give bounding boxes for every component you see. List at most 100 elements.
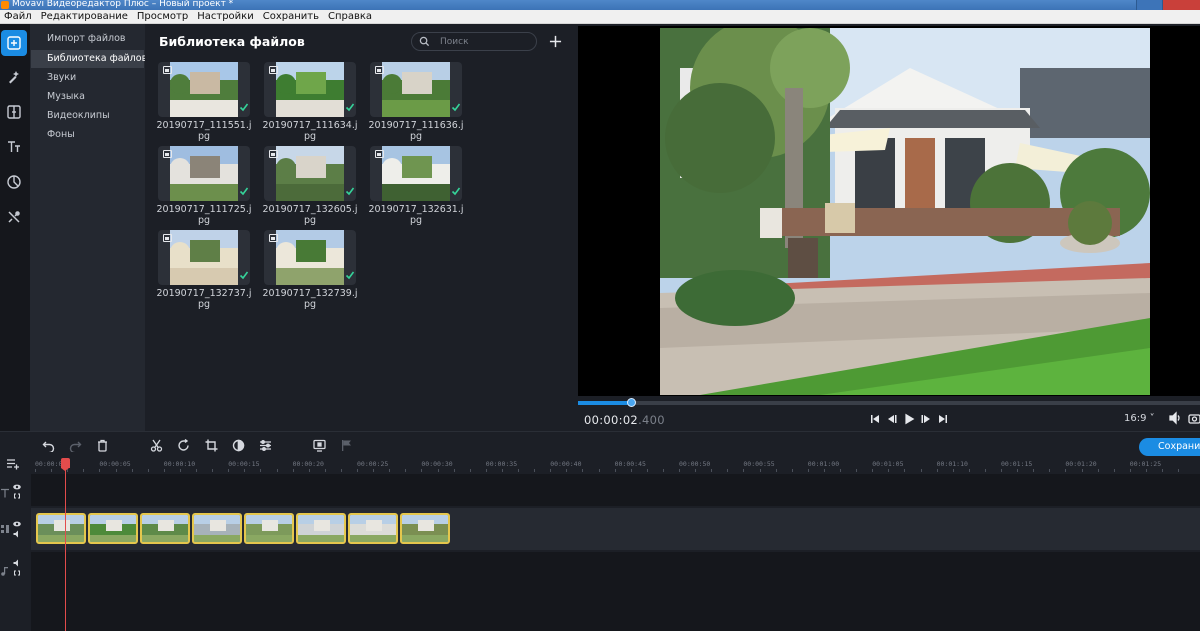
timeline-clip[interactable]	[36, 513, 86, 544]
audio-track[interactable]	[31, 552, 1200, 631]
file-name: 20190717_132605.jpg	[262, 204, 358, 226]
ruler-mark	[83, 469, 85, 472]
timeline-clip[interactable]	[192, 513, 242, 544]
category-music[interactable]: Музыка	[31, 88, 144, 106]
search-input[interactable]	[440, 35, 530, 49]
category-video-clips[interactable]: Видеоклипы	[31, 107, 144, 125]
track-visibility-icon[interactable]	[13, 483, 21, 491]
clip-thumbnail	[298, 515, 344, 542]
aspect-ratio-value: 16:9	[1124, 413, 1147, 424]
image-type-icon	[163, 150, 172, 158]
ruler-tick-label: 00:01:15	[1001, 460, 1033, 468]
play-button[interactable]	[902, 412, 916, 426]
audio-link-icon[interactable]	[13, 569, 21, 577]
go-to-end-button[interactable]	[936, 412, 950, 426]
video-track[interactable]	[31, 508, 1200, 550]
transitions-tool-button[interactable]	[1, 99, 27, 125]
clip-thumbnail	[142, 515, 188, 542]
delete-button[interactable]	[94, 437, 110, 453]
marker-button[interactable]	[338, 437, 354, 453]
preview-panel: 00:00:02.400 16:9 ˅	[578, 24, 1200, 431]
minimize-button[interactable]	[1136, 0, 1162, 10]
library-title: Библиотека файлов	[159, 34, 305, 49]
ruler-mark	[260, 469, 262, 472]
video-visibility-icon[interactable]	[13, 520, 21, 528]
menu-view[interactable]: Просмотр	[133, 10, 193, 24]
rotate-button[interactable]	[175, 437, 191, 453]
category-backgrounds[interactable]: Фоны	[31, 126, 144, 144]
menu-save[interactable]: Сохранить	[259, 10, 324, 24]
category-import-files[interactable]: Импорт файлов	[31, 30, 144, 48]
record-voice-button[interactable]	[311, 437, 327, 453]
menu-file[interactable]: Файл	[0, 10, 37, 24]
text-track[interactable]	[31, 474, 1200, 506]
undo-button[interactable]	[40, 437, 56, 453]
more-tools-button[interactable]	[1, 204, 27, 230]
ruler-mark	[35, 469, 36, 472]
ruler-mark	[99, 469, 101, 472]
ruler-tick-label: 00:01:20	[1065, 460, 1097, 468]
color-adjust-button[interactable]	[230, 437, 246, 453]
close-button[interactable]	[1162, 0, 1200, 10]
track-link-icon[interactable]	[13, 492, 21, 500]
volume-icon[interactable]	[1168, 411, 1182, 425]
timeline-clip[interactable]	[296, 513, 346, 544]
clip-properties-button[interactable]	[257, 437, 273, 453]
add-files-button[interactable]	[545, 31, 565, 51]
previous-frame-button[interactable]	[885, 412, 899, 426]
menu-help[interactable]: Справка	[324, 10, 377, 24]
library-file-tile[interactable]: 20190717_132739.jpg	[262, 230, 360, 310]
ruler-tick-label: 00:00:45	[614, 460, 646, 468]
transport-controls	[868, 412, 950, 426]
crop-button[interactable]	[203, 437, 219, 453]
aspect-ratio-selector[interactable]: 16:9 ˅	[1124, 413, 1155, 424]
go-to-start-button[interactable]	[868, 412, 882, 426]
time-ruler[interactable]: 00:00:00 00:00:05 00:00:10 00:00:15 00:00:20…	[31, 458, 1200, 472]
library-file-tile[interactable]: 20190717_132631.jpg	[368, 146, 466, 226]
title-bar: Movavi Видеоредактор Плюс – Новый проект…	[0, 0, 1200, 10]
library-file-tile[interactable]: 20190717_132605.jpg	[262, 146, 360, 226]
play-icon	[905, 413, 915, 425]
video-mute-icon[interactable]	[13, 530, 21, 538]
ruler-mark	[614, 469, 616, 472]
library-file-tile[interactable]: 20190717_111725.jpg	[156, 146, 254, 226]
library-file-tile[interactable]: 20190717_111636.jpg	[368, 62, 466, 142]
trash-icon	[97, 439, 107, 452]
timeline-clip[interactable]	[244, 513, 294, 544]
snapshot-camera-icon[interactable]	[1188, 412, 1200, 425]
import-tool-button[interactable]	[1, 30, 27, 56]
library-file-tile[interactable]: 20190717_132737.jpg	[156, 230, 254, 310]
filters-tool-button[interactable]	[1, 64, 27, 90]
ruler-tick-label: 00:00:25	[357, 460, 389, 468]
playhead-handle[interactable]	[61, 458, 70, 471]
playback-scrubber[interactable]	[578, 398, 1200, 407]
menu-settings[interactable]: Настройки	[193, 10, 258, 24]
redo-button[interactable]	[67, 437, 83, 453]
file-thumbnail-image	[170, 230, 238, 285]
export-button[interactable]: Сохранить	[1139, 438, 1200, 456]
music-track-icon	[1, 567, 8, 576]
ruler-tick-label: 00:00:40	[550, 460, 582, 468]
playhead[interactable]	[61, 458, 70, 631]
library-file-tile[interactable]: 20190717_111551.jpg	[156, 62, 254, 142]
ruler-mark	[1129, 469, 1131, 472]
category-file-library[interactable]: Библиотека файлов	[31, 50, 147, 68]
file-name: 20190717_132631.jpg	[368, 204, 464, 226]
split-button[interactable]	[148, 437, 164, 453]
timeline-clip[interactable]	[348, 513, 398, 544]
next-frame-button[interactable]	[919, 412, 933, 426]
scrubber-handle[interactable]	[626, 398, 636, 407]
ruler-mark	[598, 469, 600, 472]
timeline-clip[interactable]	[88, 513, 138, 544]
audio-volume-icon[interactable]	[13, 559, 21, 567]
stickers-tool-button[interactable]	[1, 169, 27, 195]
titles-tool-button[interactable]	[1, 134, 27, 160]
category-sounds[interactable]: Звуки	[31, 69, 144, 87]
ruler-mark	[823, 469, 825, 472]
library-file-tile[interactable]: 20190717_111634.jpg	[262, 62, 360, 142]
add-track-icon[interactable]	[6, 458, 20, 470]
timeline-clip[interactable]	[400, 513, 450, 544]
menu-edit[interactable]: Редактирование	[37, 10, 133, 24]
ruler-mark	[1001, 469, 1002, 472]
timeline-clip[interactable]	[140, 513, 190, 544]
